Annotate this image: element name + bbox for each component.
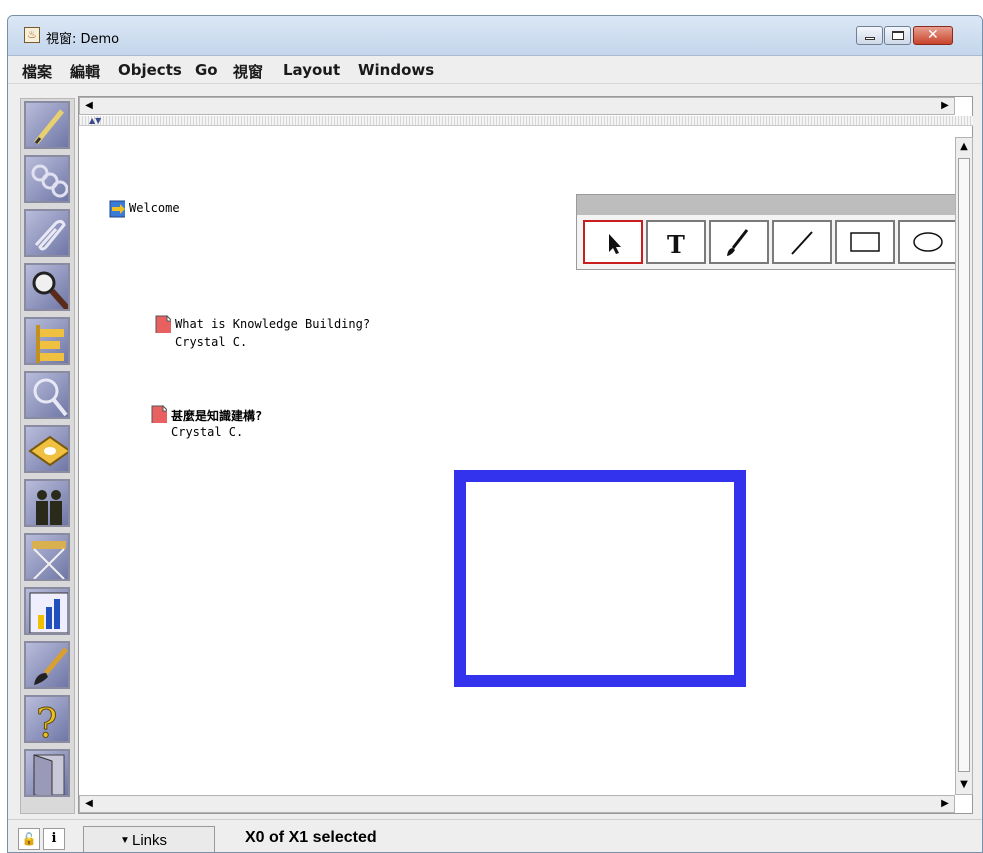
links-label: Links [132, 832, 168, 849]
scroll-left-icon[interactable]: ◀ [83, 100, 95, 112]
link-tool-button[interactable] [24, 155, 70, 203]
links-dropdown[interactable]: ▼ Links [83, 826, 215, 852]
people-tool-button[interactable] [24, 479, 70, 527]
link-chain-icon [31, 164, 68, 198]
search-tool-button[interactable] [24, 263, 70, 311]
signpost-icon [36, 325, 64, 363]
menu-view[interactable]: 視窗 [233, 61, 263, 82]
rectangle-tool-button[interactable] [835, 220, 895, 264]
help-tool-button[interactable]: ? [24, 695, 70, 743]
attach-tool-button[interactable] [24, 209, 70, 257]
chart-tool-button[interactable] [24, 587, 70, 635]
view-canvas[interactable]: ◀ ▶ ▲▼ Welcome What is Knowledge Buildin… [78, 96, 973, 814]
door-exit-icon [33, 754, 65, 795]
ellipse-tool-icon [913, 232, 943, 252]
people-icon [36, 490, 62, 525]
palette-drag-handle[interactable] [577, 195, 965, 215]
drawing-palette: T [576, 194, 966, 270]
book-tool-button[interactable] [24, 425, 70, 473]
menu-layout[interactable]: Layout [283, 61, 340, 79]
top-horizontal-scrollbar[interactable]: ◀ ▶ [79, 97, 955, 115]
note-title: What is Knowledge Building? [175, 317, 371, 331]
minimize-icon [865, 37, 875, 40]
app-window: ♨ 視窗: Demo ✕ 檔案 編輯 Objects Go 視窗 Layout … [7, 15, 983, 853]
paperclip-icon [34, 219, 66, 251]
rectangle-tool-icon [850, 232, 880, 252]
note-title: 甚麼是知識建構? [171, 409, 263, 423]
easel-icon [32, 541, 66, 579]
menu-edit[interactable]: 編輯 [70, 61, 100, 82]
scroll-right-icon[interactable]: ▶ [939, 798, 951, 810]
minimize-button[interactable] [856, 26, 883, 45]
menu-bar: 檔案 編輯 Objects Go 視窗 Layout Windows [8, 56, 982, 84]
menu-file[interactable]: 檔案 [22, 61, 52, 82]
line-tool-icon [791, 231, 813, 255]
svg-text:T: T [667, 230, 685, 259]
object-title: Welcome [129, 201, 180, 215]
select-tool-button[interactable] [583, 220, 643, 264]
signpost-tool-button[interactable] [24, 317, 70, 365]
pencil-icon [34, 109, 64, 145]
paintbrush-icon [34, 647, 68, 685]
title-bar[interactable]: ♨ 視窗: Demo ✕ [8, 16, 982, 56]
easel-tool-button[interactable] [24, 533, 70, 581]
ruler-marker-icon[interactable]: ▲▼ [89, 116, 101, 125]
vertical-scroll-thumb[interactable] [958, 158, 970, 772]
search-magnifier-icon [32, 271, 68, 309]
zoom-tool-button[interactable] [24, 371, 70, 419]
text-tool-button[interactable]: T [646, 220, 706, 264]
scroll-left-icon[interactable]: ◀ [83, 798, 95, 810]
selection-status: X0 of X1 selected [245, 829, 377, 846]
note-author: Crystal C. [175, 335, 248, 349]
paint-tool-button[interactable] [24, 641, 70, 689]
menu-go[interactable]: Go [195, 61, 218, 79]
view-arrow-icon [109, 200, 125, 218]
ellipse-tool-button[interactable] [898, 220, 958, 264]
exit-tool-button[interactable] [24, 749, 70, 797]
lock-button[interactable]: 🔓 [18, 828, 40, 850]
left-toolbar: ? [20, 98, 75, 814]
menu-windows[interactable]: Windows [358, 61, 434, 79]
help-question-icon: ? [36, 701, 58, 743]
window-title: 視窗: Demo [46, 32, 120, 47]
vertical-scrollbar[interactable]: ▲ ▼ [955, 137, 973, 795]
note-page-icon [155, 315, 171, 333]
brush-tool-button[interactable] [709, 220, 769, 264]
maximize-button[interactable] [884, 26, 911, 45]
bottom-horizontal-scrollbar[interactable]: ◀ ▶ [79, 795, 955, 813]
book-icon [28, 435, 68, 467]
close-icon: ✕ [927, 27, 939, 43]
scroll-down-icon[interactable]: ▼ [958, 779, 970, 791]
note-page-icon [151, 405, 167, 423]
pencil-tool-button[interactable] [24, 101, 70, 149]
close-button[interactable]: ✕ [913, 26, 953, 45]
maximize-icon [892, 31, 904, 40]
select-arrow-icon [609, 234, 621, 254]
ruler: ▲▼ [79, 116, 973, 126]
menu-objects[interactable]: Objects [118, 61, 182, 79]
text-tool-icon: T [667, 230, 685, 259]
svg-text:?: ? [36, 701, 57, 743]
drawn-rectangle[interactable] [454, 470, 746, 687]
magnifier-icon [33, 378, 68, 417]
note-author: Crystal C. [171, 425, 244, 439]
status-bar: 🔓 i ▼ Links X0 of X1 selected [8, 819, 982, 852]
triangle-down-icon: ▼ [120, 835, 130, 846]
brush-tool-icon [727, 229, 749, 256]
scroll-right-icon[interactable]: ▶ [939, 100, 951, 112]
java-cup-icon: ♨ [24, 27, 40, 43]
scroll-up-icon[interactable]: ▲ [958, 141, 970, 153]
lock-icon: 🔓 [21, 832, 37, 846]
info-button[interactable]: i [43, 828, 65, 850]
line-tool-button[interactable] [772, 220, 832, 264]
bar-chart-icon [29, 592, 68, 633]
